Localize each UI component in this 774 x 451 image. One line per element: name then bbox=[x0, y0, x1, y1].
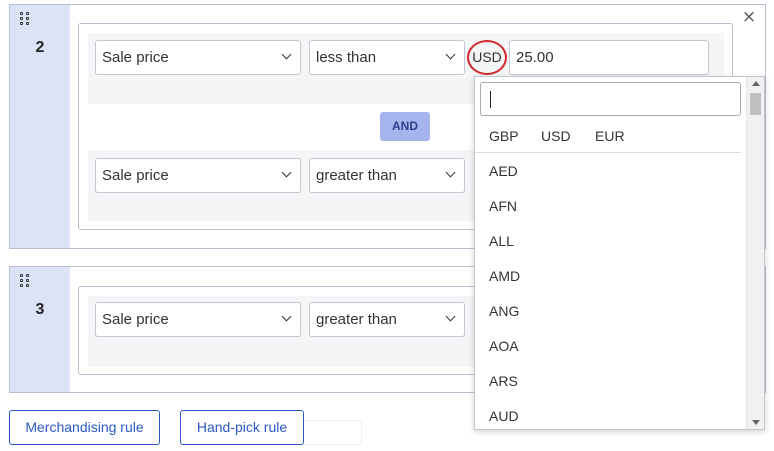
operator-select[interactable]: greater than bbox=[309, 158, 465, 193]
currency-option[interactable]: AOA bbox=[489, 338, 519, 354]
text-cursor bbox=[490, 91, 491, 108]
page: 2 × 3 Sale price less than USD 25.00 AND… bbox=[0, 0, 774, 451]
chevron-down-icon bbox=[281, 311, 292, 322]
rule-number: 3 bbox=[35, 301, 45, 318]
field-select[interactable]: Sale price bbox=[95, 302, 301, 337]
field-select-value: Sale price bbox=[102, 49, 169, 66]
price-input[interactable]: 25.00 bbox=[509, 40, 709, 75]
field-select[interactable]: Sale price bbox=[95, 158, 301, 193]
currency-option[interactable]: ALL bbox=[489, 233, 514, 249]
chevron-down-icon bbox=[281, 49, 292, 60]
currency-dropdown: GBP USD EUR AED AFN ALL AMD ANG AOA ARS … bbox=[474, 76, 765, 430]
currency-selector[interactable]: USD bbox=[467, 40, 507, 75]
operator-select-value: less than bbox=[316, 49, 377, 66]
currency-option[interactable]: AED bbox=[489, 163, 518, 179]
quick-currency-gbp[interactable]: GBP bbox=[489, 128, 519, 144]
field-select-value: Sale price bbox=[102, 311, 169, 328]
operator-select-value: greater than bbox=[316, 311, 397, 328]
scroll-down-icon[interactable] bbox=[752, 420, 760, 425]
chevron-down-icon bbox=[445, 49, 456, 60]
currency-search-input[interactable] bbox=[480, 82, 741, 116]
scrollbar-thumb[interactable] bbox=[750, 93, 761, 115]
chevron-down-icon bbox=[281, 167, 292, 178]
rule-number: 2 bbox=[35, 39, 45, 56]
drag-handle-icon[interactable] bbox=[20, 12, 32, 26]
currency-option[interactable]: AFN bbox=[489, 198, 517, 214]
field-select-value: Sale price bbox=[102, 167, 169, 184]
operator-select[interactable]: greater than bbox=[309, 302, 465, 337]
chevron-down-icon bbox=[445, 167, 456, 178]
operator-select-value: greater than bbox=[316, 167, 397, 184]
hand-pick-rule-button[interactable]: Hand-pick rule bbox=[180, 410, 304, 445]
quick-currency-usd[interactable]: USD bbox=[541, 128, 571, 144]
currency-option[interactable]: AUD bbox=[489, 408, 519, 424]
merchandising-rule-button[interactable]: Merchandising rule bbox=[9, 410, 160, 445]
quick-currencies: GBP USD EUR bbox=[475, 125, 741, 153]
drag-handle-icon[interactable] bbox=[20, 274, 32, 288]
chevron-down-icon bbox=[445, 311, 456, 322]
field-select[interactable]: Sale price bbox=[95, 40, 301, 75]
and-button[interactable]: AND bbox=[380, 112, 430, 141]
currency-option[interactable]: AMD bbox=[489, 268, 520, 284]
scroll-up-icon[interactable] bbox=[752, 81, 760, 86]
currency-option[interactable]: ANG bbox=[489, 303, 519, 319]
rule-side-panel: 2 bbox=[10, 5, 70, 248]
rule-side-panel: 3 bbox=[10, 267, 70, 392]
hidden-button bbox=[300, 420, 362, 445]
close-icon[interactable]: × bbox=[741, 9, 757, 26]
operator-select[interactable]: less than bbox=[309, 40, 465, 75]
currency-option[interactable]: ARS bbox=[489, 373, 518, 389]
quick-currency-eur[interactable]: EUR bbox=[595, 128, 625, 144]
dropdown-scrollbar[interactable] bbox=[746, 77, 764, 429]
